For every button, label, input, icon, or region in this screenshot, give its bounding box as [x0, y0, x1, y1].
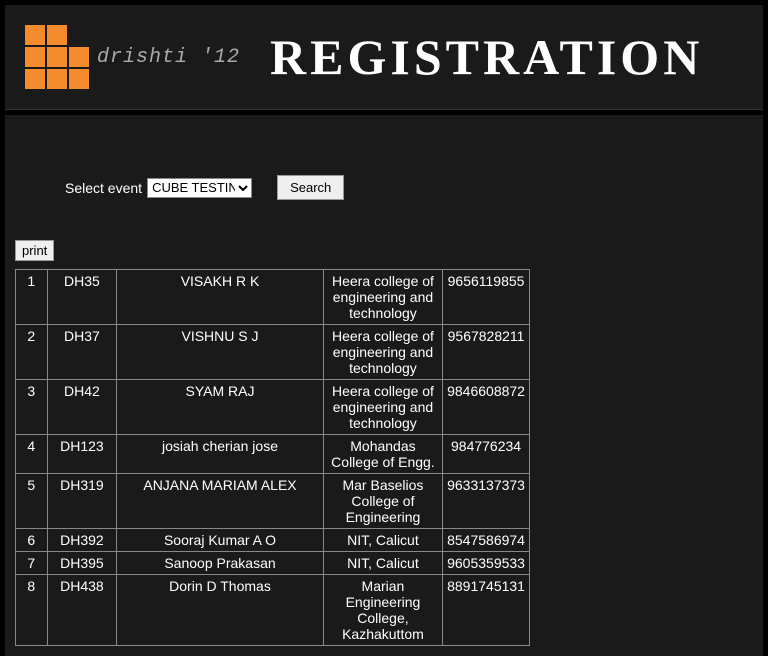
content: Select event CUBE TESTIN Search print 1D… [5, 115, 763, 656]
cell-college: Marian Engineering College, Kazhakuttom [323, 575, 442, 646]
cell-college: Mar Baselios College of Engineering [323, 474, 442, 529]
cell-idx: 6 [16, 529, 48, 552]
cell-name: Sanoop Prakasan [117, 552, 324, 575]
cell-idx: 4 [16, 435, 48, 474]
header: drishti '12 REGISTRATION [5, 5, 763, 110]
cell-idx: 3 [16, 380, 48, 435]
cell-idx: 8 [16, 575, 48, 646]
table-row: 6DH392Sooraj Kumar A ONIT, Calicut854758… [16, 529, 530, 552]
cell-phone: 9605359533 [443, 552, 530, 575]
cell-phone: 8547586974 [443, 529, 530, 552]
cell-phone: 8891745131 [443, 575, 530, 646]
cell-code: DH438 [47, 575, 117, 646]
cell-name: SYAM RAJ [117, 380, 324, 435]
cell-name: VISHNU S J [117, 325, 324, 380]
cell-college: NIT, Calicut [323, 552, 442, 575]
cell-name: josiah cherian jose [117, 435, 324, 474]
page-title: REGISTRATION [270, 28, 703, 86]
results-table: 1DH35VISAKH R KHeera college of engineer… [15, 269, 530, 646]
cell-code: DH35 [47, 270, 117, 325]
cell-phone: 9656119855 [443, 270, 530, 325]
cell-phone: 9846608872 [443, 380, 530, 435]
logo: drishti '12 [25, 25, 240, 89]
table-row: 1DH35VISAKH R KHeera college of engineer… [16, 270, 530, 325]
cell-phone: 9567828211 [443, 325, 530, 380]
cell-name: Dorin D Thomas [117, 575, 324, 646]
table-row: 3DH42SYAM RAJHeera college of engineerin… [16, 380, 530, 435]
table-row: 2DH37VISHNU S JHeera college of engineer… [16, 325, 530, 380]
cell-code: DH123 [47, 435, 117, 474]
cell-college: Heera college of engineering and technol… [323, 270, 442, 325]
cell-name: ANJANA MARIAM ALEX [117, 474, 324, 529]
table-row: 7DH395Sanoop PrakasanNIT, Calicut9605359… [16, 552, 530, 575]
table-row: 4DH123josiah cherian joseMohandas Colleg… [16, 435, 530, 474]
cell-phone: 9633137373 [443, 474, 530, 529]
logo-squares-icon [25, 25, 89, 89]
cell-code: DH37 [47, 325, 117, 380]
print-button[interactable]: print [15, 240, 54, 261]
search-row: Select event CUBE TESTIN Search [65, 175, 713, 200]
event-select[interactable]: CUBE TESTIN [147, 178, 252, 198]
cell-code: DH42 [47, 380, 117, 435]
cell-code: DH392 [47, 529, 117, 552]
cell-college: Heera college of engineering and technol… [323, 380, 442, 435]
cell-code: DH395 [47, 552, 117, 575]
cell-college: Heera college of engineering and technol… [323, 325, 442, 380]
cell-idx: 7 [16, 552, 48, 575]
cell-college: Mohandas College of Engg. [323, 435, 442, 474]
table-row: 5DH319ANJANA MARIAM ALEXMar Baselios Col… [16, 474, 530, 529]
cell-idx: 5 [16, 474, 48, 529]
event-label: Select event [65, 180, 142, 196]
cell-phone: 984776234 [443, 435, 530, 474]
cell-idx: 2 [16, 325, 48, 380]
cell-code: DH319 [47, 474, 117, 529]
logo-text: drishti '12 [97, 46, 240, 69]
cell-college: NIT, Calicut [323, 529, 442, 552]
search-button[interactable]: Search [277, 175, 344, 200]
cell-name: VISAKH R K [117, 270, 324, 325]
table-row: 8DH438Dorin D ThomasMarian Engineering C… [16, 575, 530, 646]
cell-name: Sooraj Kumar A O [117, 529, 324, 552]
cell-idx: 1 [16, 270, 48, 325]
